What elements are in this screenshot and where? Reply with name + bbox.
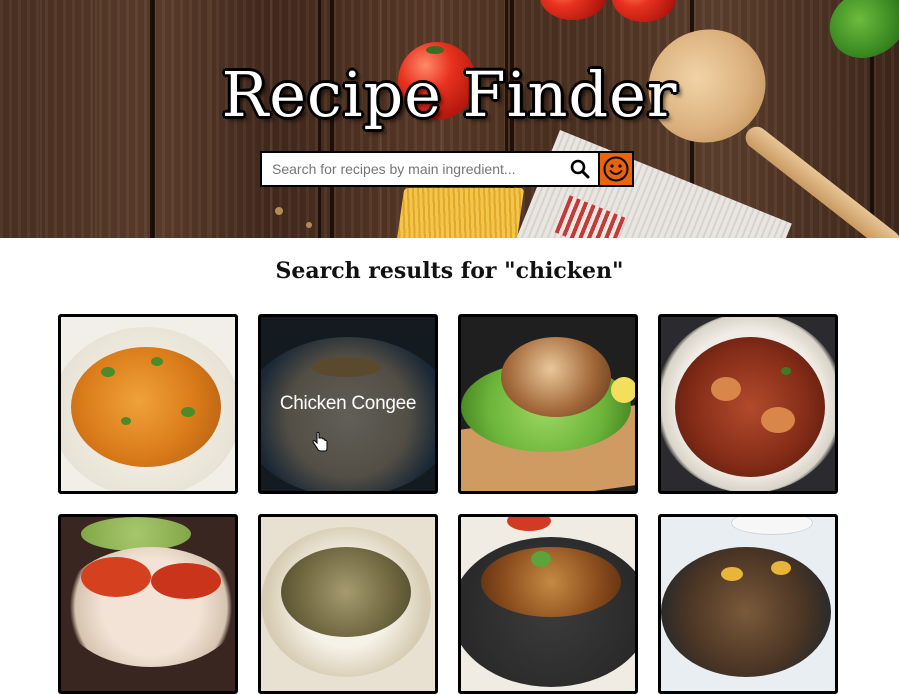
search-bar — [260, 151, 634, 187]
search-input[interactable] — [262, 153, 562, 185]
hero-banner: Recipe Finder — [0, 0, 899, 238]
page-title: Recipe Finder — [221, 58, 678, 131]
search-icon — [570, 159, 590, 179]
tomato-image — [540, 0, 606, 20]
recipe-card[interactable] — [658, 514, 838, 694]
random-recipe-button[interactable] — [598, 153, 632, 185]
recipe-card[interactable] — [458, 514, 638, 694]
recipe-card[interactable] — [58, 314, 238, 494]
recipe-card[interactable] — [658, 314, 838, 494]
smiley-icon — [603, 156, 629, 182]
recipe-card[interactable] — [458, 314, 638, 494]
recipe-title: Chicken Congee — [279, 393, 417, 414]
tomato-stem — [426, 46, 444, 54]
pointer-cursor-icon — [312, 431, 328, 452]
search-button[interactable] — [562, 153, 598, 185]
recipe-card[interactable] — [58, 514, 238, 694]
pasta-image — [395, 188, 525, 238]
card-hover-overlay: Chicken Congee — [261, 317, 435, 491]
recipe-card-hovered[interactable]: Chicken Congee — [258, 314, 438, 494]
results-heading: Search results for "chicken" — [275, 258, 624, 284]
recipe-card[interactable] — [258, 514, 438, 694]
